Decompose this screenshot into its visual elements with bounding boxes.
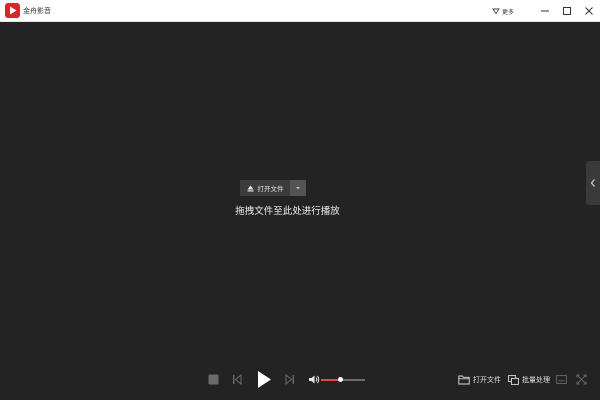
open-file-button[interactable]: 打开文件 xyxy=(240,180,290,196)
minimize-button[interactable] xyxy=(534,0,556,22)
more-button[interactable]: 更多 xyxy=(492,0,514,22)
triangle-down-icon xyxy=(492,8,500,15)
bottom-open-file-button[interactable]: 打开文件 xyxy=(458,372,501,388)
subtitle-button[interactable] xyxy=(556,375,567,384)
subtitle-icon xyxy=(556,375,567,384)
stop-button[interactable] xyxy=(208,374,219,385)
volume-slider[interactable] xyxy=(321,377,365,382)
maximize-icon xyxy=(563,7,571,15)
side-panel-toggle[interactable] xyxy=(586,161,600,205)
bottom-open-file-label: 打开文件 xyxy=(473,376,501,384)
volume-button[interactable] xyxy=(308,374,320,385)
eject-icon xyxy=(247,185,253,191)
close-icon xyxy=(585,7,593,15)
batch-process-button[interactable]: 批量处理 xyxy=(508,372,550,388)
skip-previous-icon xyxy=(233,374,242,385)
folder-icon xyxy=(458,375,470,385)
volume-knob[interactable] xyxy=(338,377,344,382)
player-window: 金舟影音 更多 打开文件 拖拽文件至此处进行播放 打开文件 批量处理 xyxy=(0,0,600,400)
batch-process-label: 批量处理 xyxy=(522,376,550,384)
close-button[interactable] xyxy=(578,0,600,22)
stop-icon xyxy=(208,374,219,385)
next-button[interactable] xyxy=(285,374,295,385)
open-file-group: 打开文件 xyxy=(240,180,306,196)
batch-icon xyxy=(508,375,519,385)
play-icon xyxy=(258,371,271,388)
skip-next-icon xyxy=(285,374,294,385)
more-label: 更多 xyxy=(502,8,515,16)
open-file-label: 打开文件 xyxy=(257,185,284,193)
title-bar: 金舟影音 更多 xyxy=(0,0,600,22)
open-file-dropdown[interactable] xyxy=(290,180,306,196)
volume-icon xyxy=(309,375,320,384)
play-logo-icon xyxy=(5,3,20,18)
fullscreen-button[interactable] xyxy=(576,374,587,385)
dropdown-caret-icon xyxy=(296,187,300,190)
play-button[interactable] xyxy=(256,370,272,389)
minimize-icon xyxy=(541,10,549,12)
previous-button[interactable] xyxy=(232,374,242,385)
chevron-left-icon xyxy=(590,179,595,187)
maximize-button[interactable] xyxy=(556,0,578,22)
fullscreen-icon xyxy=(576,374,587,385)
drop-hint: 拖拽文件至此处进行播放 xyxy=(235,206,340,217)
app-title: 金舟影音 xyxy=(23,7,51,15)
